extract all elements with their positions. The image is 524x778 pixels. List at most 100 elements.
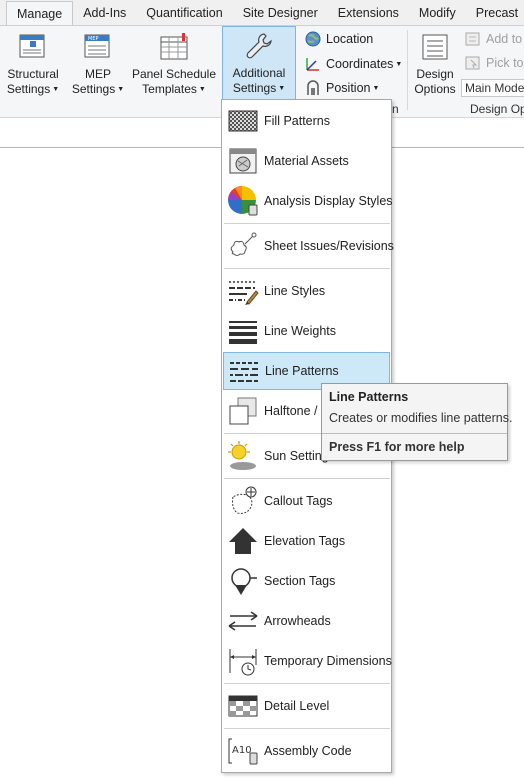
tab-add-ins[interactable]: Add-Ins — [73, 1, 136, 25]
design-options-panel-label: Design Op — [470, 102, 524, 116]
menu-item-section-tags[interactable]: Section Tags — [223, 562, 390, 600]
menu-separator — [224, 478, 390, 479]
menu-separator — [224, 268, 390, 269]
location-label: Location — [326, 32, 374, 46]
design-options-icon — [422, 34, 448, 60]
menu-item-label: Section Tags — [264, 574, 336, 588]
menu-item-label: Analysis Display Styles — [264, 194, 393, 208]
tab-site-designer[interactable]: Site Designer — [233, 1, 328, 25]
ribbon-tab-bar: Manage Add-Ins Quantification Site Desig… — [0, 0, 524, 26]
fill-patterns-icon — [228, 110, 258, 132]
tooltip: Line Patterns Creates or modifies line p… — [321, 383, 512, 461]
menu-item-label: Sheet Issues/Revisions — [264, 239, 394, 253]
menu-item-line-weights[interactable]: Line Weights — [223, 312, 390, 350]
menu-item-label: Line Styles — [264, 284, 326, 298]
halftone-underlay-icon — [229, 397, 257, 425]
dropdown-caret-icon: ▼ — [117, 86, 125, 94]
dropdown-caret-icon: ▼ — [198, 86, 206, 94]
menu-item-label: Material Assets — [264, 154, 349, 168]
sheet-issues-revisions-icon — [230, 232, 257, 256]
tab-modify[interactable]: Modify — [409, 1, 466, 25]
tab-manage[interactable]: Manage — [6, 1, 74, 25]
menu-item-elevation-tags[interactable]: Elevation Tags — [223, 522, 390, 560]
location-panel-label: n — [392, 102, 399, 116]
globe-icon — [305, 31, 321, 47]
menu-separator — [224, 223, 390, 224]
menu-item-callout-tags[interactable]: Callout Tags — [223, 482, 390, 520]
mep-settings-label: MEP Settings ▼ — [71, 67, 125, 96]
menu-item-fill-patterns[interactable]: Fill Patterns — [223, 102, 390, 140]
temporary-dimensions-icon — [229, 649, 257, 676]
analysis-display-styles-icon — [228, 186, 258, 216]
menu-item-assembly-code[interactable]: A10 Assembly Code — [223, 732, 390, 770]
tooltip-help: Press F1 for more help — [329, 440, 465, 454]
coordinates-label: Coordinates — [326, 57, 394, 71]
section-tags-icon — [231, 568, 257, 595]
tooltip-separator — [322, 433, 507, 434]
panel-schedule-templates-button[interactable]: Panel Schedule Templates ▼ — [130, 28, 218, 102]
position-dropdown-icon: ▼ — [372, 84, 380, 92]
add-to-label: Add to — [486, 32, 523, 46]
menu-item-label: Line Patterns — [265, 364, 339, 378]
detail-level-icon — [228, 695, 258, 717]
tab-precast[interactable]: Precast — [466, 1, 524, 25]
menu-item-label: Line Weights — [264, 324, 337, 338]
design-options-label: Design Options — [414, 67, 456, 96]
assembly-code-icon: A10 — [228, 738, 258, 765]
menu-item-detail-level[interactable]: Detail Level — [223, 687, 390, 725]
add-to-set-button[interactable]: Add to — [464, 28, 522, 50]
menu-item-arrowheads[interactable]: Arrowheads — [223, 602, 390, 640]
dropdown-caret-icon: ▼ — [52, 86, 60, 94]
callout-tags-icon — [232, 486, 257, 514]
structural-settings-button[interactable]: Structural Settings ▼ — [2, 28, 64, 102]
menu-item-label: Arrowheads — [264, 614, 331, 628]
dropdown-caret-icon: ▼ — [278, 85, 286, 93]
elevation-tags-icon — [229, 528, 257, 554]
menu-item-sheet-issues-revisions[interactable]: Sheet Issues/Revisions — [223, 227, 394, 265]
menu-item-label: Sun Setting — [264, 449, 329, 463]
line-weights-icon — [229, 321, 257, 344]
menu-separator — [224, 728, 390, 729]
menu-separator — [224, 683, 390, 684]
material-assets-icon — [229, 148, 257, 174]
coordinates-dropdown-icon: ▼ — [395, 60, 403, 68]
pick-to-edit-icon — [465, 56, 480, 70]
coordinates-icon — [306, 58, 319, 71]
pick-to-edit-button[interactable]: Pick to — [464, 52, 524, 74]
menu-item-label: Temporary Dimensions — [264, 654, 392, 668]
position-label: Position — [326, 81, 371, 95]
ribbon-separator — [407, 30, 408, 110]
menu-item-label: Detail Level — [264, 699, 330, 713]
design-options-button[interactable]: Design Options — [411, 28, 459, 102]
wrench-icon — [246, 33, 272, 59]
menu-item-temporary-dimensions[interactable]: Temporary Dimensions — [223, 642, 392, 680]
coordinates-button[interactable]: Coordinates ▼ — [304, 53, 402, 75]
menu-item-line-styles[interactable]: Line Styles — [223, 272, 390, 310]
menu-item-material-assets[interactable]: Material Assets — [223, 142, 390, 180]
menu-item-analysis-display-styles[interactable]: Analysis Display Styles — [223, 182, 393, 220]
structural-settings-label: Structural Settings ▼ — [6, 67, 60, 96]
menu-item-label: Callout Tags — [264, 494, 333, 508]
arrowheads-icon — [228, 611, 258, 631]
sun-settings-icon — [228, 441, 256, 470]
panel-schedule-templates-label: Panel Schedule Templates ▼ — [131, 67, 217, 96]
panel-schedule-templates-icon — [160, 33, 188, 60]
tooltip-description: Creates or modifies line patterns. — [329, 411, 513, 425]
line-patterns-icon — [230, 362, 258, 382]
tab-extensions[interactable]: Extensions — [328, 1, 409, 25]
position-button[interactable]: Position ▼ — [304, 77, 379, 99]
svg-text:A10: A10 — [232, 745, 252, 756]
tab-quantification[interactable]: Quantification — [136, 1, 232, 25]
tooltip-title: Line Patterns — [329, 390, 409, 404]
pick-to-label: Pick to — [486, 56, 524, 70]
structural-settings-icon — [19, 34, 45, 58]
menu-item-label: Fill Patterns — [264, 114, 330, 128]
menu-item-label: Elevation Tags — [264, 534, 346, 548]
design-option-select[interactable]: Main Model — [461, 79, 524, 97]
additional-settings-button[interactable]: Additional Settings ▼ — [222, 26, 296, 100]
location-button[interactable]: Location — [304, 28, 373, 50]
line-styles-icon — [229, 281, 259, 305]
mep-settings-button[interactable]: MEP MEP Settings ▼ — [72, 28, 124, 102]
add-to-set-icon — [465, 32, 480, 46]
mep-settings-icon: MEP — [84, 34, 110, 58]
